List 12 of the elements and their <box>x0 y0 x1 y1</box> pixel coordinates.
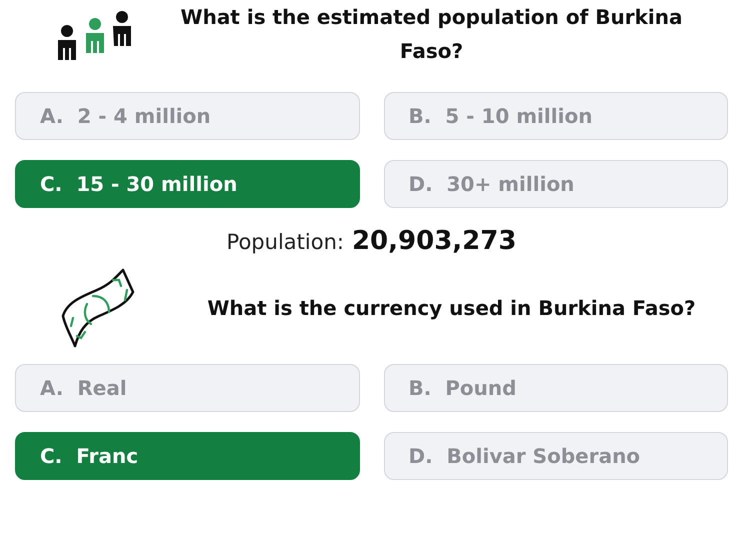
answer-option[interactable]: D. 30+ million <box>384 160 728 208</box>
answer-option[interactable]: B. 5 - 10 million <box>384 92 728 140</box>
question-text: What is the currency used in Burkina Faso? <box>206 295 697 322</box>
answer-option[interactable]: A. 2 - 4 million <box>15 92 360 140</box>
answer-option[interactable]: B. Pound <box>384 364 728 412</box>
result-label: Population: <box>226 230 344 254</box>
answer-option[interactable]: D. Bolivar Soberano <box>384 432 728 480</box>
result-value: 20,903,273 <box>352 226 516 256</box>
answer-option[interactable]: C. 15 - 30 million <box>15 160 360 208</box>
answer-option[interactable]: A. Real <box>15 364 360 412</box>
answer-option[interactable]: C. Franc <box>15 432 360 480</box>
question-text: What is the estimated population of Burkina Faso? <box>180 4 684 65</box>
